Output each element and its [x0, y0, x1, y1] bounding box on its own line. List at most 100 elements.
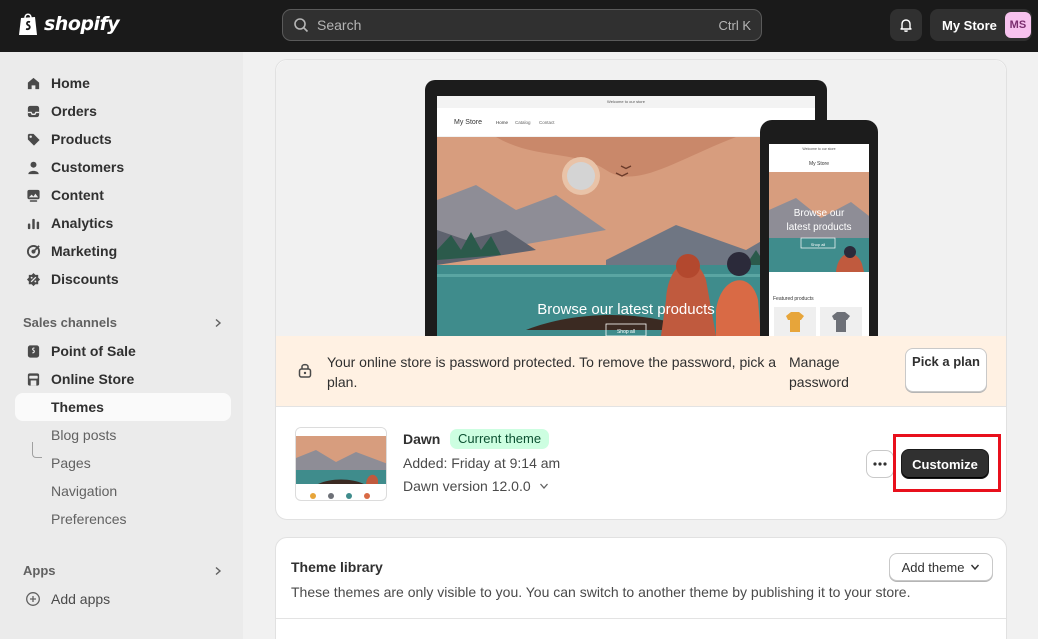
- notifications-button[interactable]: [890, 9, 922, 41]
- sidebar-subitem-preferences[interactable]: Preferences: [15, 505, 231, 533]
- sidebar-item-point-of-sale[interactable]: Point of Sale: [15, 337, 231, 365]
- sidebar-subitem-navigation[interactable]: Navigation: [15, 477, 231, 505]
- storefront-icon: [24, 370, 42, 388]
- search-input[interactable]: Search Ctrl K: [282, 9, 762, 41]
- theme-version: Dawn version 12.0.0: [403, 478, 531, 494]
- image-icon: [24, 186, 42, 204]
- sidebar-subitem-label: Pages: [51, 455, 91, 471]
- apps-title: Apps: [23, 563, 56, 578]
- desktop-store-name: My Store: [454, 119, 482, 126]
- sidebar-subitem-label: Blog posts: [51, 427, 117, 443]
- pos-icon: [24, 342, 42, 360]
- password-banner: Your online store is password protected.…: [276, 336, 1006, 406]
- tag-icon: [24, 130, 42, 148]
- add-theme-label: Add theme: [901, 559, 965, 575]
- sidebar-subitem-blog-posts[interactable]: Blog posts: [15, 421, 231, 449]
- top-bar: shopify Search Ctrl K My Store MS: [0, 0, 1038, 52]
- bar-chart-icon: [24, 214, 42, 232]
- apps-header[interactable]: Apps: [23, 563, 223, 578]
- sidebar-item-label: Products: [51, 131, 112, 147]
- person-icon: [24, 158, 42, 176]
- sales-channels-title: Sales channels: [23, 315, 117, 330]
- sidebar-item-orders[interactable]: Orders: [15, 97, 231, 125]
- manage-password-link[interactable]: Manage password: [789, 352, 869, 392]
- store-name: My Store: [942, 17, 997, 33]
- theme-version-toggle[interactable]: Dawn version 12.0.0: [403, 478, 549, 494]
- featured-products-label: Featured products: [773, 296, 814, 302]
- sidebar-item-label: Marketing: [51, 243, 118, 259]
- chevron-down-icon: [539, 483, 548, 489]
- sidebar-item-customers[interactable]: Customers: [15, 153, 231, 181]
- divider: [276, 618, 1006, 619]
- sidebar-item-label: Content: [51, 187, 104, 203]
- sidebar-item-label: Orders: [51, 103, 97, 119]
- sidebar-item-label: Online Store: [51, 371, 135, 387]
- search-icon: [294, 18, 309, 33]
- store-menu-button[interactable]: My Store MS: [930, 9, 1032, 41]
- discount-icon: [24, 270, 42, 288]
- sidebar-item-home[interactable]: Home: [15, 69, 231, 97]
- theme-library-card: Theme library These themes are only visi…: [275, 537, 1007, 639]
- theme-thumbnail[interactable]: [295, 427, 387, 501]
- sidebar-item-products[interactable]: Products: [15, 125, 231, 153]
- mobile-store-name: My Store: [809, 161, 829, 167]
- sidebar-item-label: Discounts: [51, 271, 119, 287]
- sidebar: Home Orders Products Customers Content A…: [0, 52, 243, 639]
- sidebar-item-add-apps[interactable]: Add apps: [15, 585, 231, 613]
- current-theme-card: Welcome to our store My Store Home Catal…: [275, 59, 1007, 520]
- shopify-bag-icon: [19, 13, 37, 35]
- theme-preview-illustration: Welcome to our store My Store Home Catal…: [425, 80, 878, 336]
- logo-text: shopify: [44, 13, 120, 35]
- sidebar-item-content[interactable]: Content: [15, 181, 231, 209]
- search-shortcut: Ctrl K: [718, 17, 752, 33]
- target-icon: [24, 242, 42, 260]
- chevron-right-icon: [215, 318, 222, 327]
- password-banner-text: Your online store is password protected.…: [327, 354, 777, 390]
- sales-channels-header[interactable]: Sales channels: [23, 315, 223, 330]
- theme-library-title: Theme library: [291, 559, 383, 575]
- sidebar-item-marketing[interactable]: Marketing: [15, 237, 231, 265]
- mobile-shop-all: Shop all: [811, 242, 826, 247]
- sidebar-subitem-themes[interactable]: Themes: [15, 393, 231, 421]
- home-icon: [24, 74, 42, 92]
- sidebar-subitem-label: Navigation: [51, 483, 118, 499]
- current-theme-badge: Current theme: [450, 429, 550, 449]
- sidebar-item-label: Analytics: [51, 215, 114, 231]
- shop-all-button: Shop all: [617, 329, 635, 335]
- lock-icon: [298, 363, 312, 378]
- desktop-nav-home: Home: [496, 120, 509, 125]
- mobile-announcement: Welcome to our store: [802, 147, 835, 151]
- sidebar-item-label: Point of Sale: [51, 343, 136, 359]
- desktop-announcement: Welcome to our store: [607, 99, 646, 104]
- current-theme-row: Dawn Current theme Added: Friday at 9:14…: [276, 406, 1006, 520]
- avatar: MS: [1004, 12, 1031, 38]
- sidebar-item-analytics[interactable]: Analytics: [15, 209, 231, 237]
- customize-button[interactable]: Customize: [901, 449, 989, 479]
- more-actions-button[interactable]: [866, 450, 894, 478]
- theme-added-date: Added: Friday at 9:14 am: [403, 455, 561, 471]
- inbox-icon: [24, 102, 42, 120]
- ellipsis-icon: [873, 462, 887, 466]
- sidebar-item-discounts[interactable]: Discounts: [15, 265, 231, 293]
- theme-thumbnail-image: [296, 428, 386, 499]
- chevron-down-icon: [971, 564, 980, 571]
- chevron-right-icon: [215, 566, 222, 575]
- mobile-hero-line2: latest products: [786, 222, 851, 233]
- plus-circle-icon: [24, 590, 42, 608]
- sidebar-item-online-store[interactable]: Online Store: [15, 365, 231, 393]
- sidebar-subitem-label: Themes: [51, 399, 104, 415]
- pick-a-plan-button[interactable]: Pick a plan: [905, 348, 987, 392]
- sidebar-subitem-label: Preferences: [51, 511, 127, 527]
- mobile-hero-line1: Browse our: [794, 208, 845, 219]
- theme-name: Dawn: [403, 431, 441, 447]
- theme-library-description: These themes are only visible to you. Yo…: [291, 584, 911, 600]
- hero-text: Browse our latest products: [537, 301, 715, 318]
- add-theme-button[interactable]: Add theme: [889, 553, 993, 581]
- shopify-logo[interactable]: shopify: [18, 12, 120, 36]
- theme-preview: Welcome to our store My Store Home Catal…: [276, 60, 1006, 336]
- sidebar-subitem-pages[interactable]: Pages: [15, 449, 231, 477]
- sidebar-item-label: Customers: [51, 159, 125, 175]
- search-placeholder: Search: [317, 17, 362, 33]
- sidebar-item-label: Home: [51, 75, 90, 91]
- bell-icon: [900, 19, 912, 32]
